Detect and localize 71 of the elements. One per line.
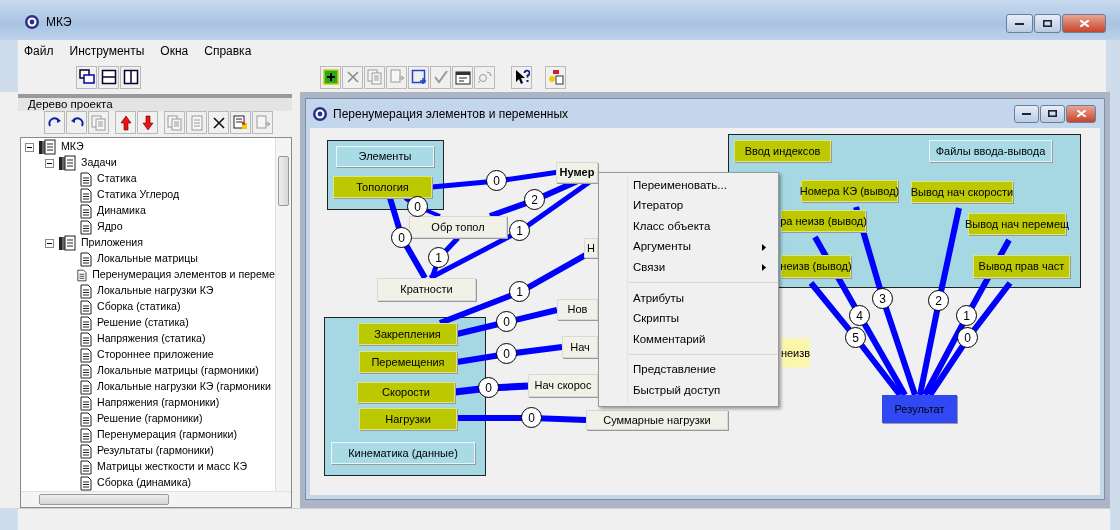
link-count: 0 xyxy=(391,227,412,248)
tree-item[interactable]: Результаты (гармоники) xyxy=(97,443,214,459)
link-count: 1 xyxy=(509,281,530,302)
tree-item[interactable]: Локальные матрицы xyxy=(97,251,198,267)
menu-item[interactable]: Класс объекта xyxy=(599,216,778,237)
diagram-node[interactable]: Скорости xyxy=(357,382,455,403)
menu-item[interactable]: Связи xyxy=(599,257,778,278)
tree-item[interactable]: Приложения xyxy=(81,235,143,251)
tree-item[interactable]: МКЭ xyxy=(61,139,84,155)
diagram-node[interactable]: Нач скорос xyxy=(528,374,598,397)
diagram-node[interactable]: Н xyxy=(584,238,598,258)
tree-item[interactable]: Напряжения (статика) xyxy=(97,331,206,347)
diagram-node[interactable]: неизв xyxy=(781,338,810,368)
tree-item[interactable]: Динамика xyxy=(97,203,146,219)
tree-item[interactable]: Локальные нагрузки КЭ (гармоники xyxy=(97,379,271,395)
tree-item[interactable]: Решение (статика) xyxy=(97,315,189,331)
link-count: 0 xyxy=(496,311,517,332)
tree-item[interactable]: Локальные матрицы (гармоники) xyxy=(97,363,259,379)
window-title: Перенумерация элементов и переменных xyxy=(333,105,568,123)
diagram-node[interactable]: Нагрузки xyxy=(359,408,457,430)
diagram-node[interactable]: Обр топол xyxy=(409,216,507,238)
diagram-node[interactable]: Суммарные нагрузки xyxy=(586,410,728,430)
tree-item[interactable]: Сборка (динамика) xyxy=(97,475,192,491)
menu-item[interactable]: Скрипты xyxy=(599,308,778,330)
diagram-node[interactable]: Кратности xyxy=(377,278,476,301)
link-count: 0 xyxy=(496,343,517,364)
menu-item[interactable]: Итератор xyxy=(599,195,778,217)
menu-item[interactable]: Инструменты xyxy=(69,42,145,60)
link-count: 0 xyxy=(486,170,507,191)
link-count: 3 xyxy=(872,288,893,309)
diagram-node[interactable]: Файлы ввода-вывода xyxy=(929,140,1052,162)
menu-item[interactable]: Аргументы xyxy=(599,236,778,258)
panel-title: Дерево проекта xyxy=(18,94,292,111)
tree-item[interactable]: Ядро xyxy=(97,219,123,235)
tree-item[interactable]: Статика Углерод xyxy=(97,187,180,203)
tree-item[interactable]: Решение (гармоники) xyxy=(97,411,203,427)
link-count: 1 xyxy=(509,220,530,241)
diagram-node[interactable]: Перемещения xyxy=(359,351,457,373)
menu-item[interactable]: Быстрый доступ xyxy=(599,380,778,401)
diagram-node[interactable]: Нов xyxy=(557,299,598,320)
menu-item[interactable]: Комментарий xyxy=(599,329,778,350)
diagram-node[interactable]: Закрепления xyxy=(358,323,457,345)
tree-item[interactable]: Стороннее приложение xyxy=(97,347,214,363)
diagram-node[interactable]: Элементы xyxy=(336,146,434,167)
menu-item[interactable]: Представление xyxy=(599,359,778,381)
tree-item[interactable]: Перенумерация (гармоники) xyxy=(97,427,237,443)
diagram-node[interactable]: Вывод прав част xyxy=(973,255,1070,278)
tree-item[interactable]: Задачи xyxy=(81,155,117,171)
tree-item[interactable]: Статика xyxy=(97,171,137,187)
link-count: 1 xyxy=(428,247,449,268)
tree-item[interactable]: Локальные нагрузки КЭ xyxy=(97,283,214,299)
menu-item[interactable]: Атрибуты xyxy=(599,287,778,309)
tree-item[interactable]: Сборка (статика) xyxy=(97,299,181,315)
menu-item[interactable]: Окна xyxy=(160,42,189,60)
link-count: 2 xyxy=(524,189,545,210)
link-count: 0 xyxy=(521,407,542,428)
diagram-node[interactable]: Ввод индексов xyxy=(734,140,831,162)
link-count: 1 xyxy=(956,305,977,326)
tree-item[interactable]: Перенумерация элементов и переме xyxy=(92,267,275,283)
diagram-node[interactable]: Нач xyxy=(562,336,598,358)
link-count: 2 xyxy=(928,290,949,311)
window-title: МКЭ xyxy=(46,14,72,30)
diagram-node[interactable]: Кинематика (данные) xyxy=(331,442,475,464)
link-count: 4 xyxy=(849,305,870,326)
tree-item[interactable]: Матрицы жесткости и масс КЭ xyxy=(97,459,248,475)
menu-item[interactable]: Файл xyxy=(24,42,54,60)
menu-item[interactable]: Справка xyxy=(204,42,252,60)
diagram-node[interactable]: Нумер xyxy=(556,162,598,183)
diagram-node[interactable]: Топология xyxy=(333,176,432,198)
tree-item[interactable]: Напряжения (гармоники) xyxy=(97,395,220,411)
menu-item[interactable]: Переименовать... xyxy=(599,175,778,196)
